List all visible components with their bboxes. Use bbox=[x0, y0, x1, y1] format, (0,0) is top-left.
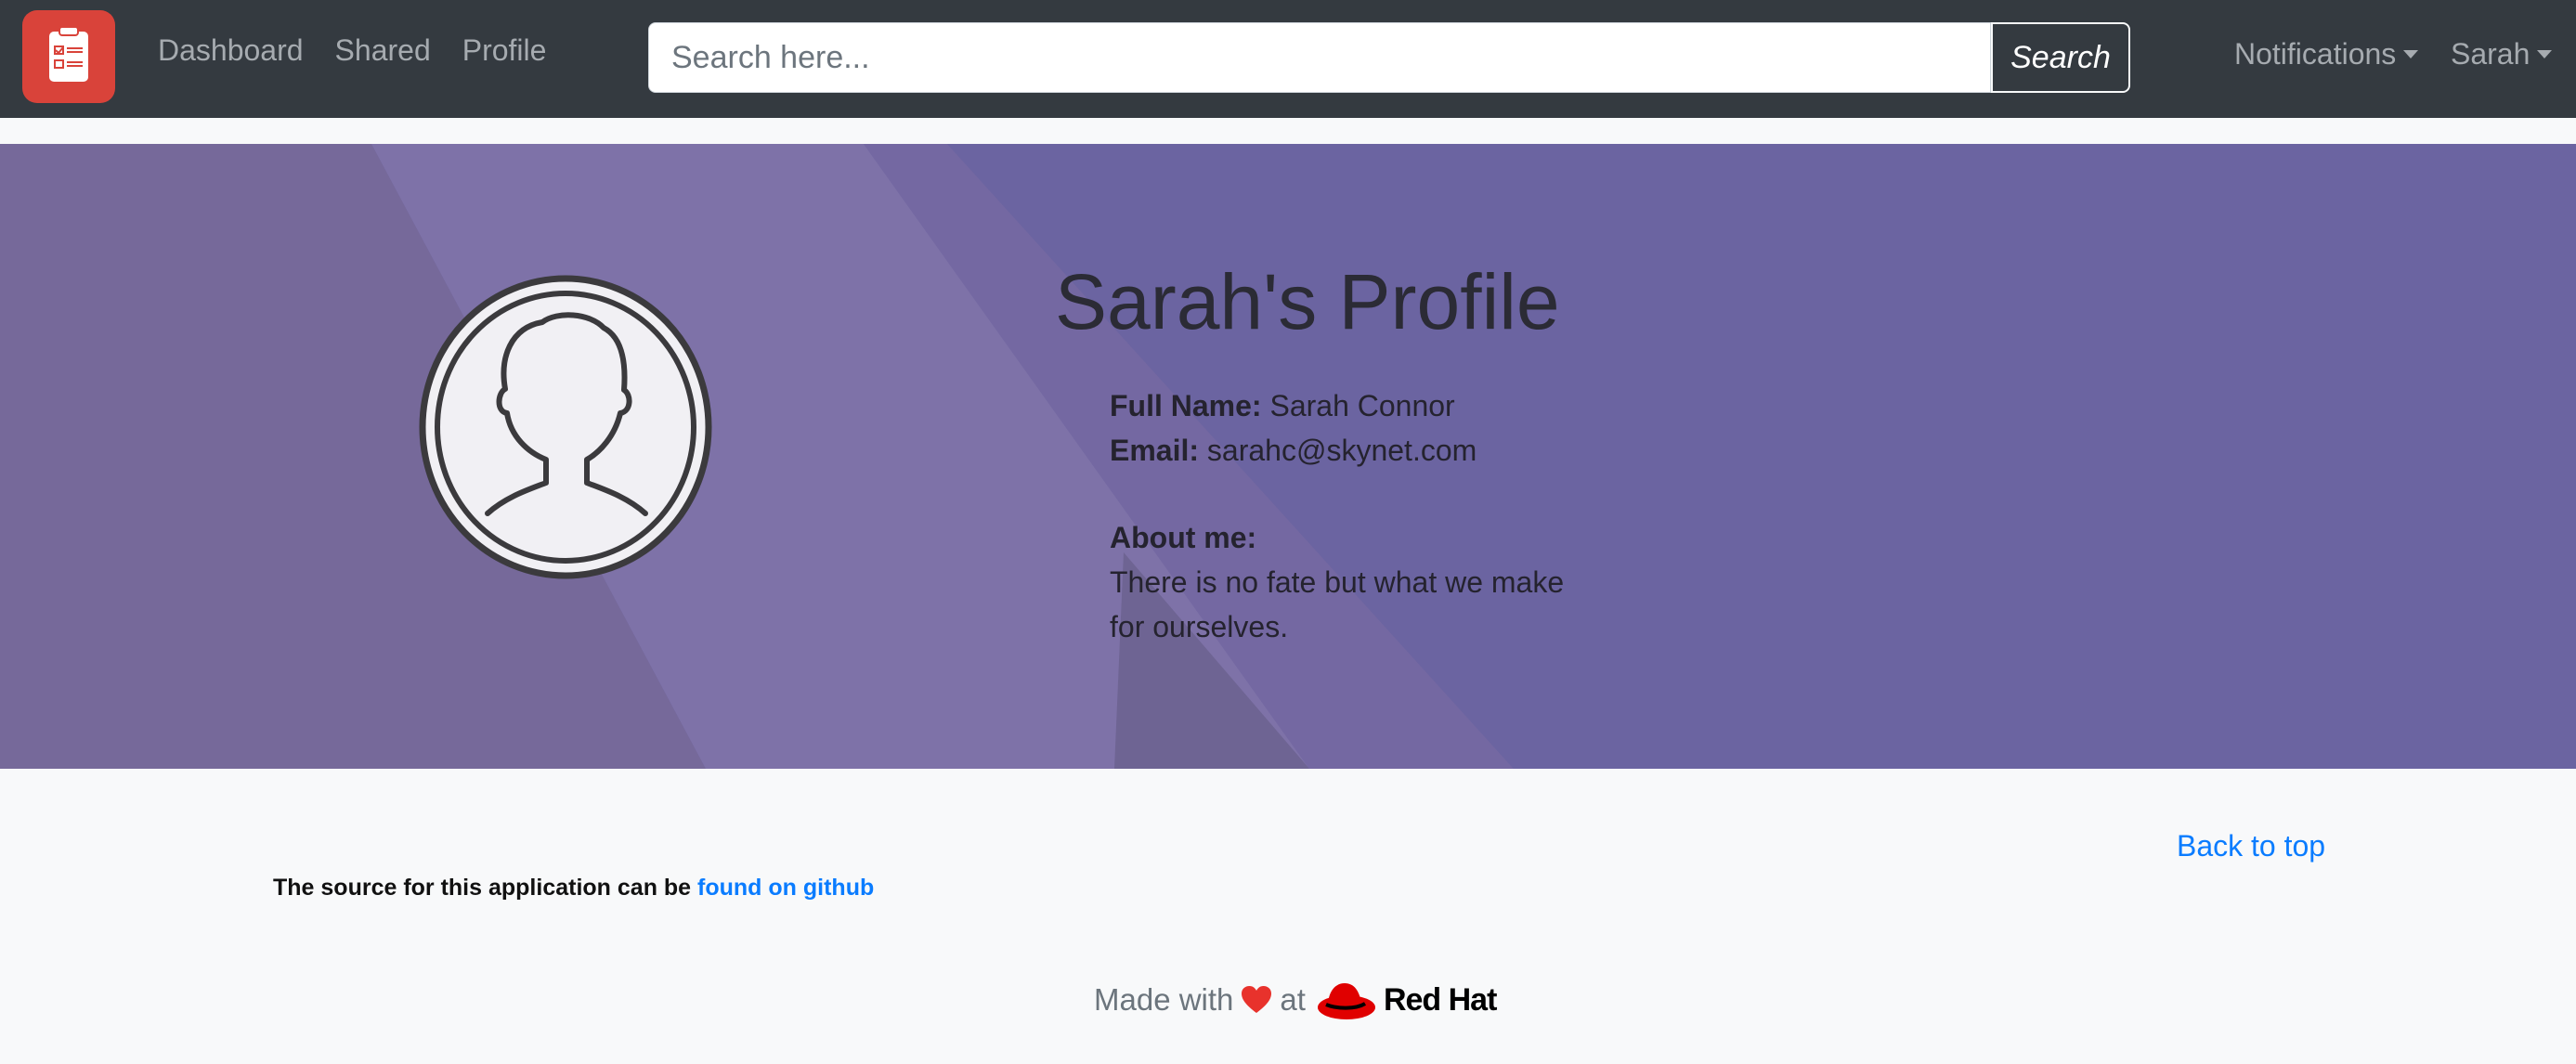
profile-hero: Sarah's Profile Full Name: Sarah Connor … bbox=[0, 144, 2576, 769]
heart-icon bbox=[1242, 986, 1272, 1013]
redhat-logo: Red Hat bbox=[1317, 978, 1497, 1022]
nav-link-dashboard[interactable]: Dashboard bbox=[158, 30, 304, 71]
email-row: Email: sarahc@skynet.com bbox=[1110, 428, 1477, 473]
user-dropdown[interactable]: Sarah bbox=[2451, 33, 2553, 74]
source-line: The source for this application can be f… bbox=[273, 875, 874, 902]
app-logo[interactable] bbox=[22, 10, 115, 103]
github-link[interactable]: found on github bbox=[697, 875, 874, 901]
about-label: About me: bbox=[1110, 521, 1257, 554]
full-name-row: Full Name: Sarah Connor bbox=[1110, 383, 1477, 428]
nav-link-shared[interactable]: Shared bbox=[335, 30, 431, 71]
full-name-label: Full Name: bbox=[1110, 389, 1262, 422]
back-to-top-link[interactable]: Back to top bbox=[2177, 829, 2325, 863]
profile-details: Full Name: Sarah Connor Email: sarahc@sk… bbox=[1110, 383, 1477, 473]
email-label: Email: bbox=[1110, 434, 1200, 467]
clipboard-checklist-icon bbox=[49, 26, 88, 82]
avatar-silhouette-icon bbox=[419, 275, 712, 579]
search-form: Search bbox=[648, 22, 2130, 93]
about-text: There is no fate but what we make for ou… bbox=[1110, 565, 1565, 643]
email-value: sarahc@skynet.com bbox=[1206, 434, 1477, 467]
user-name-label: Sarah bbox=[2451, 37, 2530, 71]
source-text: The source for this application can be bbox=[273, 875, 692, 901]
search-input[interactable] bbox=[648, 22, 1991, 93]
notifications-dropdown[interactable]: Notifications bbox=[2234, 33, 2419, 74]
nav-links: Dashboard Shared Profile bbox=[158, 30, 578, 71]
redhat-text: Red Hat bbox=[1383, 981, 1497, 1018]
full-name-value: Sarah Connor bbox=[1269, 389, 1455, 422]
search-button[interactable]: Search bbox=[1991, 22, 2130, 93]
made-with-text: Made with bbox=[1094, 982, 1234, 1017]
top-navbar: Dashboard Shared Profile Search Notifica… bbox=[0, 0, 2576, 118]
caret-down-icon bbox=[2537, 49, 2553, 58]
redhat-hat-icon bbox=[1317, 983, 1375, 1019]
notifications-label: Notifications bbox=[2234, 37, 2397, 71]
nav-link-profile[interactable]: Profile bbox=[462, 30, 547, 71]
made-with-footer: Made with at Red Hat bbox=[1094, 977, 1497, 1023]
at-text: at bbox=[1280, 982, 1306, 1017]
page-title: Sarah's Profile bbox=[1055, 258, 1560, 345]
caret-down-icon bbox=[2403, 49, 2419, 58]
